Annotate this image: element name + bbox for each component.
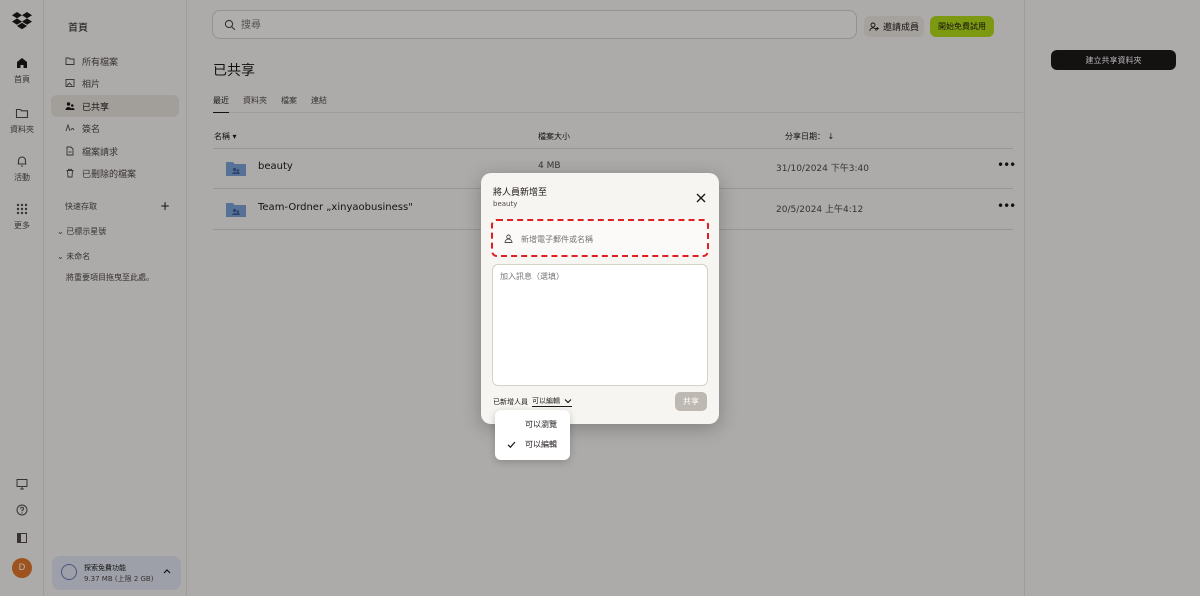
permission-select[interactable]: 可以編輯 xyxy=(532,396,572,407)
chevron-down-icon xyxy=(564,399,572,404)
message-field[interactable] xyxy=(492,264,708,386)
share-dialog: 將人員新增至 beauty 已新增人員 可以編輯 共享 xyxy=(481,173,719,424)
email-field-container[interactable] xyxy=(491,219,709,257)
option-can-edit[interactable]: 可以編輯 xyxy=(525,439,557,450)
dialog-title: 將人員新增至 xyxy=(493,188,548,198)
check-icon xyxy=(507,441,516,449)
permission-label: 已新增人員 xyxy=(493,398,528,406)
permission-value: 可以編輯 xyxy=(532,397,560,405)
close-icon[interactable] xyxy=(695,192,707,204)
option-can-view[interactable]: 可以瀏覽 xyxy=(525,419,557,430)
email-field[interactable] xyxy=(521,232,701,246)
person-icon xyxy=(504,234,513,243)
dialog-subtitle: beauty xyxy=(493,200,518,208)
permission-dropdown: 可以瀏覽 可以編輯 xyxy=(495,410,570,460)
share-button[interactable]: 共享 xyxy=(675,392,707,411)
